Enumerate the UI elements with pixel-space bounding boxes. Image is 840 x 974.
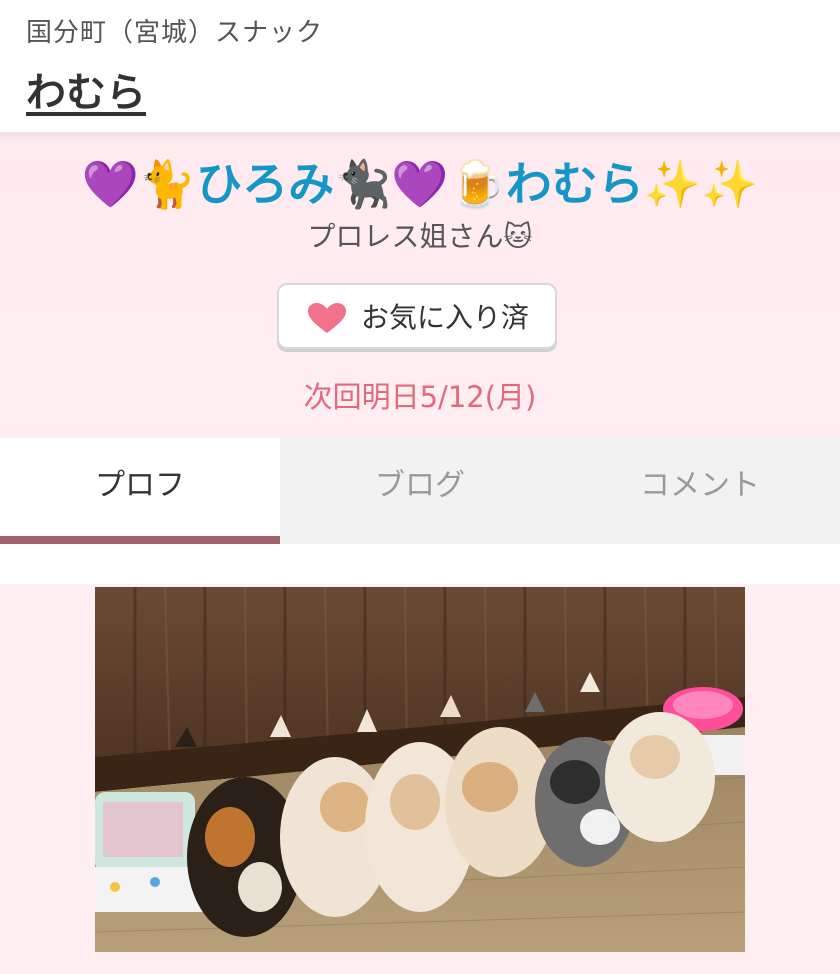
tab-comment[interactable]: コメント: [560, 438, 840, 544]
profile-tabs: プロフ ブログ コメント: [0, 438, 840, 544]
favorite-button-label: お気に入り済: [361, 301, 530, 334]
name-suffix-emoji: ✨✨: [643, 157, 759, 211]
page-header: 国分町（宮城）スナック わむら: [0, 0, 840, 133]
name-prefix-emoji: 💜🐈: [81, 157, 197, 211]
next-work-date: 次回明日5/12(月): [303, 380, 537, 414]
cast-name-text: ひろみ: [196, 157, 335, 211]
favorite-button[interactable]: お気に入り済: [277, 283, 557, 349]
catch-copy: プロレス姐さん🐱: [307, 220, 533, 253]
heart-icon: [308, 303, 346, 333]
name-middle-emoji: 🐈‍⬛💜🍺: [334, 157, 506, 211]
shop-name-link[interactable]: わむら: [26, 60, 146, 118]
profile-content: [0, 544, 840, 974]
kittens-photo[interactable]: [95, 587, 745, 952]
breadcrumb: 国分町（宮城）スナック: [26, 18, 324, 48]
cast-shop-text: わむら: [505, 157, 644, 211]
cast-name: 💜🐈ひろみ🐈‍⬛💜🍺わむら✨✨: [0, 155, 840, 213]
tab-profile[interactable]: プロフ: [0, 438, 280, 544]
tab-blog[interactable]: ブログ: [280, 438, 560, 544]
profile-hero: 💜🐈ひろみ🐈‍⬛💜🍺わむら✨✨ プロレス姐さん🐱 お気に入り済 次回明日5/12…: [0, 133, 840, 438]
